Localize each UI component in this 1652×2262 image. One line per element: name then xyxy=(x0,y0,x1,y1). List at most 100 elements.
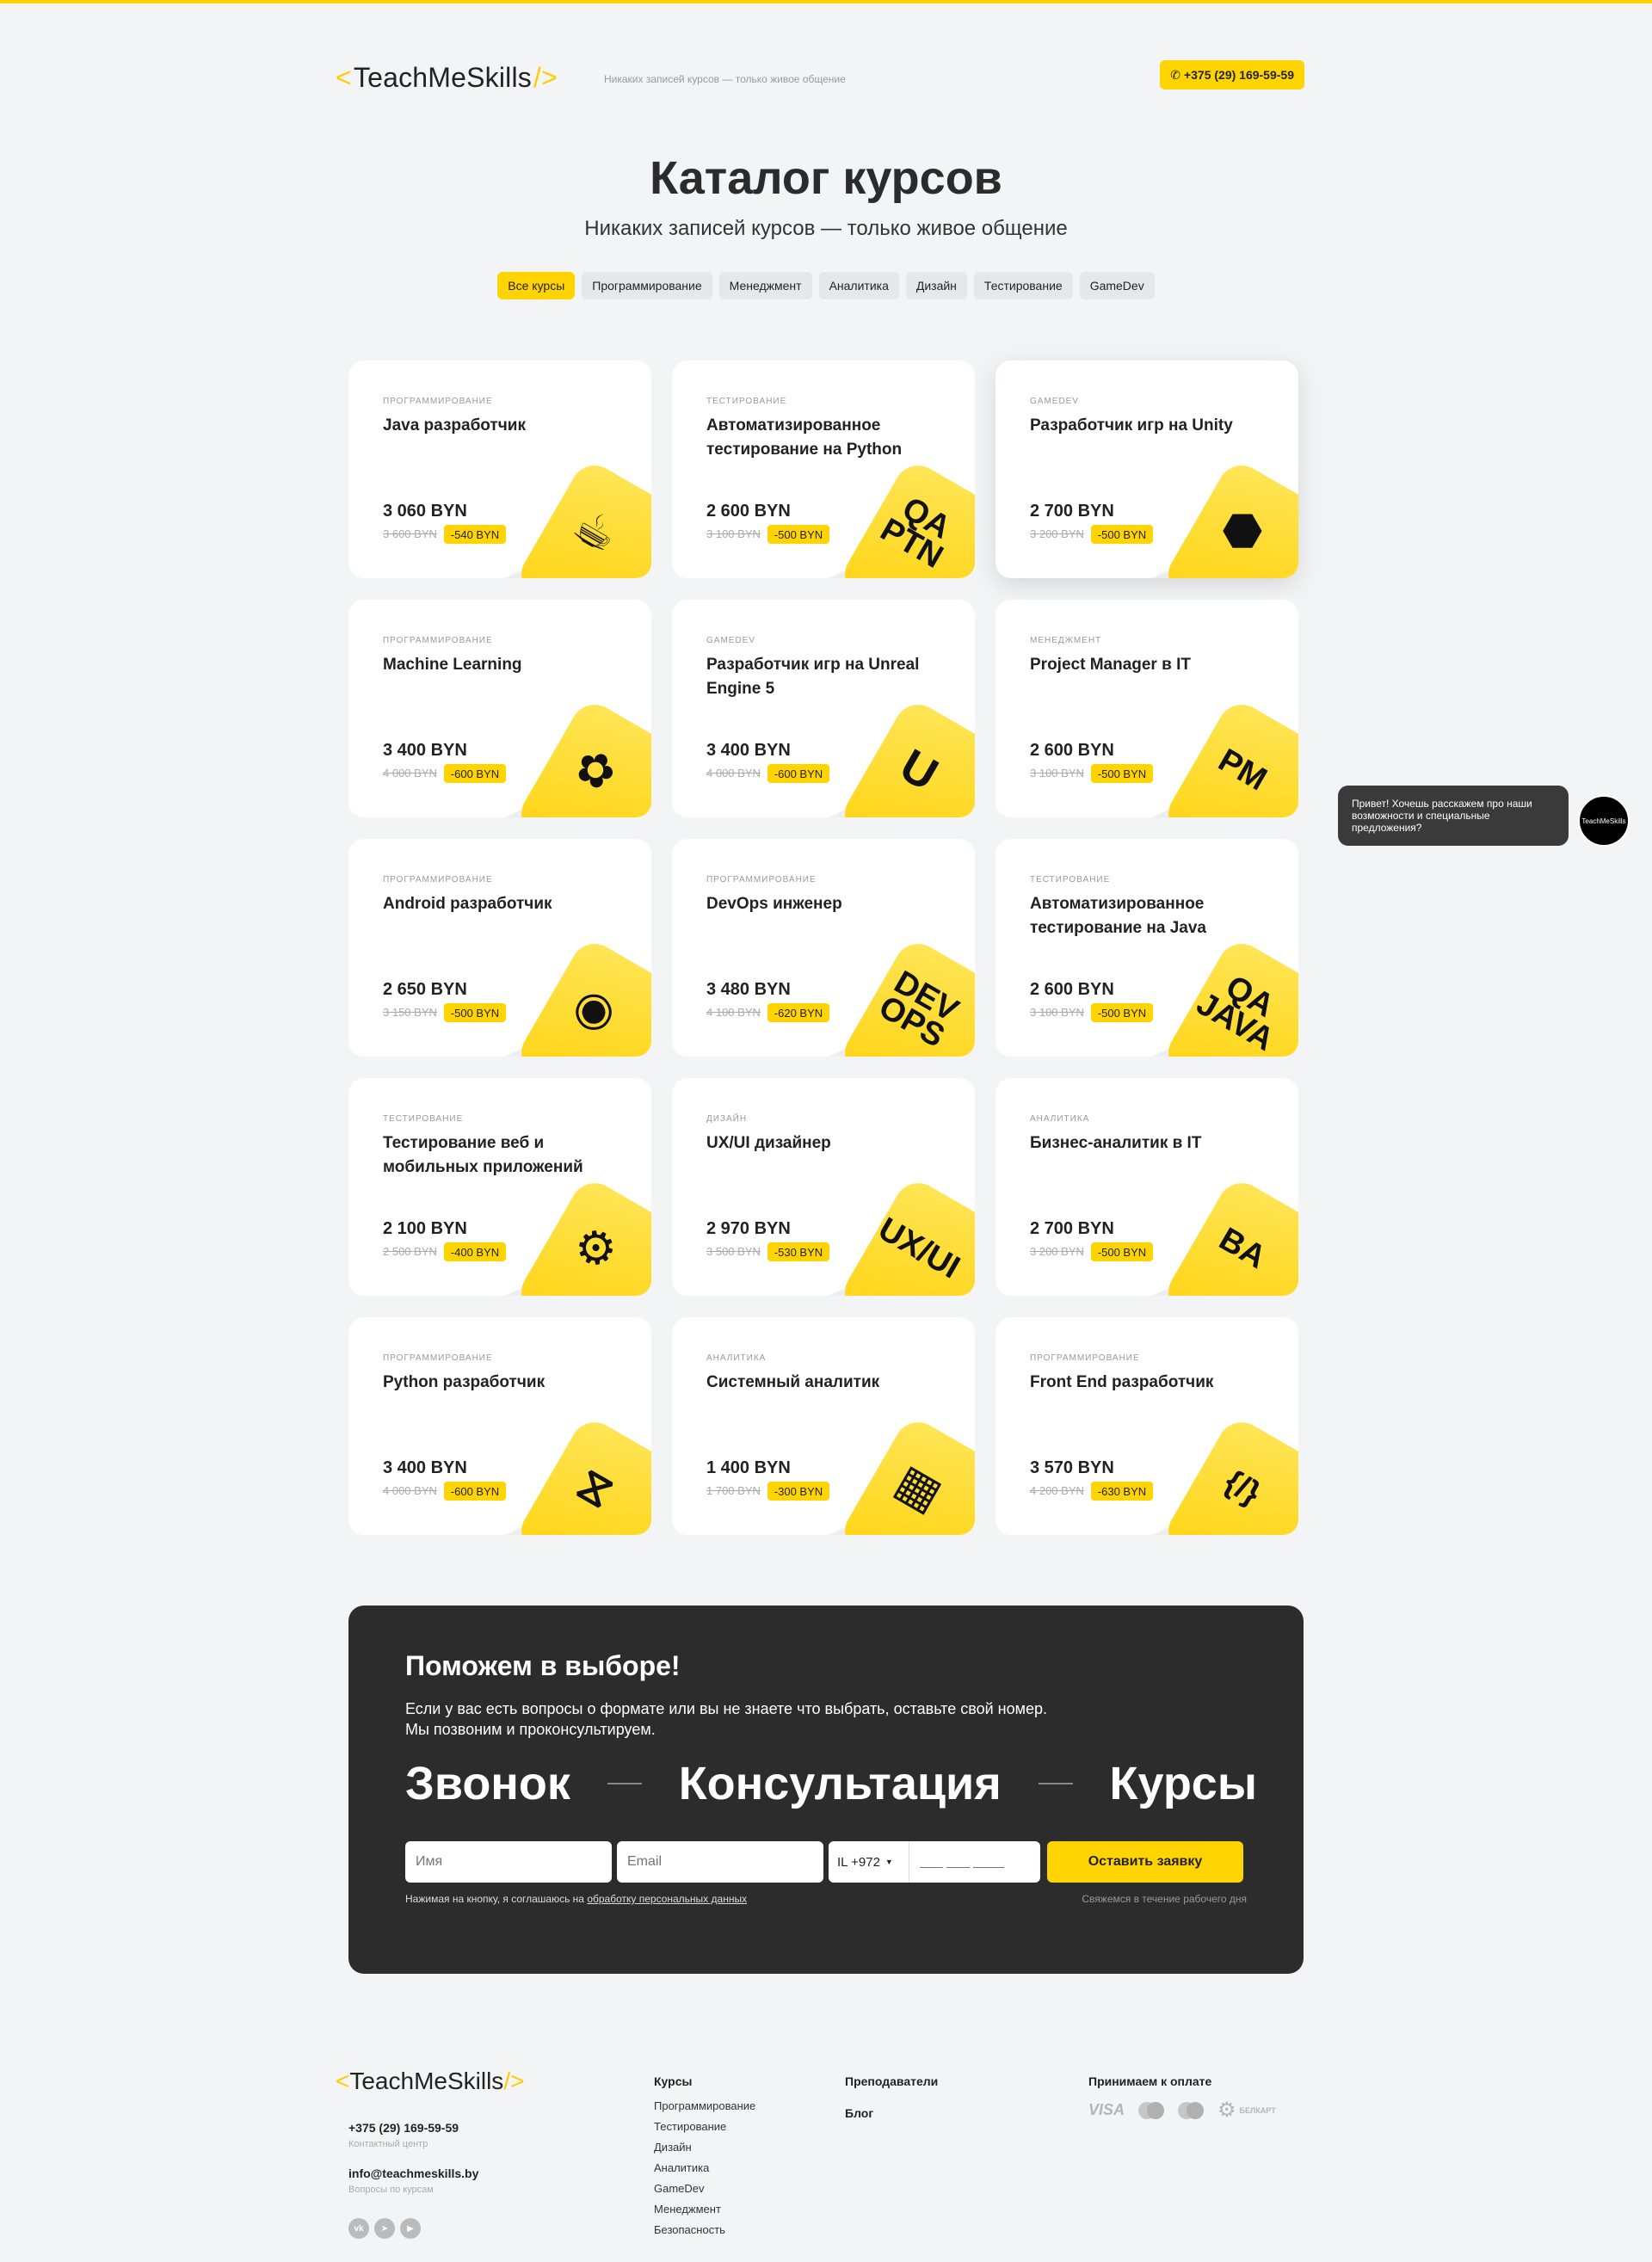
course-discount-badge: -500 BYN xyxy=(1090,1242,1154,1261)
course-card[interactable]: Тестирование Тестирование веб и мобильны… xyxy=(348,1078,651,1296)
course-name: Java разработчик xyxy=(383,416,526,435)
maestro-icon xyxy=(1178,2101,1205,2119)
course-card[interactable]: Тестирование Автоматизированное тестиров… xyxy=(672,361,975,578)
footer-blog-link[interactable]: Блог xyxy=(845,2106,873,2120)
course-price: 1 400 BYN xyxy=(706,1458,791,1477)
help-steps: Звонок Консультация Курсы xyxy=(405,1757,1257,1810)
footer-link-programming[interactable]: Программирование xyxy=(654,2099,755,2113)
course-card[interactable]: Менеджмент Project Manager в IT 2 600 BY… xyxy=(996,600,1298,817)
unreal-icon: U xyxy=(891,739,946,801)
filter-gamedev[interactable]: GameDev xyxy=(1079,272,1155,299)
footer-phone[interactable]: +375 (29) 169-59-59 xyxy=(348,2121,459,2135)
python-icon: ⧖ xyxy=(568,1457,623,1519)
java-cup-icon: ☕ xyxy=(564,497,626,564)
filter-testing[interactable]: Тестирование xyxy=(973,272,1073,299)
help-title: Поможем в выборе! xyxy=(405,1650,681,1681)
course-discount-badge: -500 BYN xyxy=(1090,764,1154,783)
course-card[interactable]: Программирование Python разработчик 3 40… xyxy=(348,1317,651,1535)
chat-avatar[interactable]: TeachMeSkills xyxy=(1578,795,1630,847)
course-card[interactable]: Программирование DevOps инженер 3 480 BY… xyxy=(672,839,975,1057)
payment-icons: VISA ⚙ БЕЛКАРТ xyxy=(1088,2098,1276,2123)
filter-all[interactable]: Все курсы xyxy=(497,272,576,299)
country-code-select[interactable]: IL +972 ▼ xyxy=(829,1841,909,1883)
submit-request-button[interactable]: Оставить заявку xyxy=(1047,1841,1243,1883)
course-card[interactable]: Программирование Android разработчик 2 6… xyxy=(348,839,651,1057)
footer-email-note: Вопросы по курсам xyxy=(348,2185,434,2195)
chevron-down-icon: ▼ xyxy=(885,1858,893,1866)
course-category: Тестирование xyxy=(706,397,787,406)
course-name: Front End разработчик xyxy=(1030,1373,1214,1391)
step-divider xyxy=(1038,1783,1073,1784)
filter-analytics[interactable]: Аналитика xyxy=(818,272,899,299)
footer-logo[interactable]: < TeachMeSkills /> xyxy=(336,2068,524,2095)
course-card[interactable]: GameDev Разработчик игр на Unreal Engine… xyxy=(672,600,975,817)
phone-icon: ✆ xyxy=(1170,67,1180,82)
callback-form: IL +972 ▼ Оставить заявку xyxy=(405,1841,1243,1883)
course-discount-badge: -600 BYN xyxy=(443,764,507,783)
course-card[interactable]: Аналитика Системный аналитик 1 400 BYN 1… xyxy=(672,1317,975,1535)
chat-bubble[interactable]: Привет! Хочешь расскажем про наши возмож… xyxy=(1338,786,1569,846)
phone-input[interactable] xyxy=(909,1841,1039,1883)
course-old-price: 1 700 BYN xyxy=(706,1484,761,1497)
email-input[interactable] xyxy=(617,1841,823,1883)
privacy-link[interactable]: обработку персональных данных xyxy=(587,1893,747,1905)
course-card[interactable]: Дизайн UX/UI дизайнер 2 970 BYN 3 500 BY… xyxy=(672,1078,975,1296)
footer-link-design[interactable]: Дизайн xyxy=(654,2141,755,2154)
course-card[interactable]: Программирование Java разработчик 3 060 … xyxy=(348,361,651,578)
filter-management[interactable]: Менеджмент xyxy=(718,272,812,299)
footer-link-management[interactable]: Менеджмент xyxy=(654,2203,755,2216)
course-name: DevOps инженер xyxy=(706,895,842,913)
help-desc-line-2: Мы позвоним и проконсультируем. xyxy=(405,1721,656,1738)
help-section: Поможем в выборе! Если у вас есть вопрос… xyxy=(348,1606,1304,1974)
footer-email[interactable]: info@teachmeskills.by xyxy=(348,2166,478,2180)
course-category: Менеджмент xyxy=(1030,636,1102,645)
course-old-price: 3 150 BYN xyxy=(383,1006,437,1019)
category-filters: Все курсы Программирование Менеджмент Ан… xyxy=(0,272,1652,299)
course-old-price: 3 100 BYN xyxy=(1030,767,1084,780)
help-description: Если у вас есть вопросы о формате или вы… xyxy=(405,1698,1180,1740)
course-card[interactable]: Аналитика Бизнес-аналитик в IT 2 700 BYN… xyxy=(996,1078,1298,1296)
step-divider xyxy=(607,1783,642,1784)
footer-teachers-link[interactable]: Преподаватели xyxy=(845,2074,938,2088)
course-discount-badge: -620 BYN xyxy=(767,1003,830,1022)
course-card[interactable]: Программирование Front End разработчик 3… xyxy=(996,1317,1298,1535)
course-discount-badge: -500 BYN xyxy=(1090,1003,1154,1022)
vk-icon[interactable]: vk xyxy=(348,2218,369,2239)
filter-design[interactable]: Дизайн xyxy=(905,272,967,299)
course-card[interactable]: GameDev Разработчик игр на Unity 2 700 B… xyxy=(996,361,1298,578)
youtube-icon[interactable]: ▶ xyxy=(400,2218,421,2239)
course-name: Разработчик игр на Unreal Engine 5 xyxy=(706,656,920,698)
course-old-price: 3 500 BYN xyxy=(706,1245,761,1258)
header-phone-button[interactable]: ✆ +375 (29) 169-59-59 xyxy=(1160,60,1304,89)
course-card[interactable]: Программирование Machine Learning 3 400 … xyxy=(348,600,651,817)
course-price: 2 700 BYN xyxy=(1030,1219,1114,1238)
telegram-icon[interactable]: ➤ xyxy=(374,2218,395,2239)
course-price: 2 700 BYN xyxy=(1030,502,1114,521)
course-category: Программирование xyxy=(383,875,493,884)
course-price: 2 600 BYN xyxy=(1030,741,1114,760)
name-input[interactable] xyxy=(405,1841,612,1883)
filter-programming[interactable]: Программирование xyxy=(582,272,712,299)
footer-phone-note: Контактный центр xyxy=(348,2139,428,2149)
footer-courses-heading[interactable]: Курсы xyxy=(654,2074,692,2088)
footer-logo-bracket-left: < xyxy=(336,2068,350,2094)
footer-link-gamedev[interactable]: GameDev xyxy=(654,2182,755,2196)
course-old-price: 2 500 BYN xyxy=(383,1245,437,1258)
logo[interactable]: < TeachMeSkills /> xyxy=(336,62,558,94)
course-name: Автоматизированное тестирование на Java xyxy=(1030,895,1206,937)
course-name: Python разработчик xyxy=(383,1373,546,1391)
course-category: Программирование xyxy=(383,397,493,406)
course-old-price: 4 000 BYN xyxy=(383,767,437,780)
course-name: Тестирование веб и мобильных приложений xyxy=(383,1134,583,1176)
footer-link-security[interactable]: Безопасность xyxy=(654,2223,755,2237)
course-old-price: 3 100 BYN xyxy=(706,527,761,540)
phone-field: IL +972 ▼ xyxy=(829,1841,1040,1883)
course-name: Project Manager в IT xyxy=(1030,656,1191,674)
footer-link-testing[interactable]: Тестирование xyxy=(654,2120,755,2134)
course-card[interactable]: Тестирование Автоматизированное тестиров… xyxy=(996,839,1298,1057)
course-category: GameDev xyxy=(1030,397,1080,406)
course-category: Программирование xyxy=(1030,1353,1140,1363)
site-header: < TeachMeSkills /> Никаких записей курсо… xyxy=(336,60,1304,95)
course-price: 3 400 BYN xyxy=(706,741,791,760)
footer-link-analytics[interactable]: Аналитика xyxy=(654,2161,755,2175)
